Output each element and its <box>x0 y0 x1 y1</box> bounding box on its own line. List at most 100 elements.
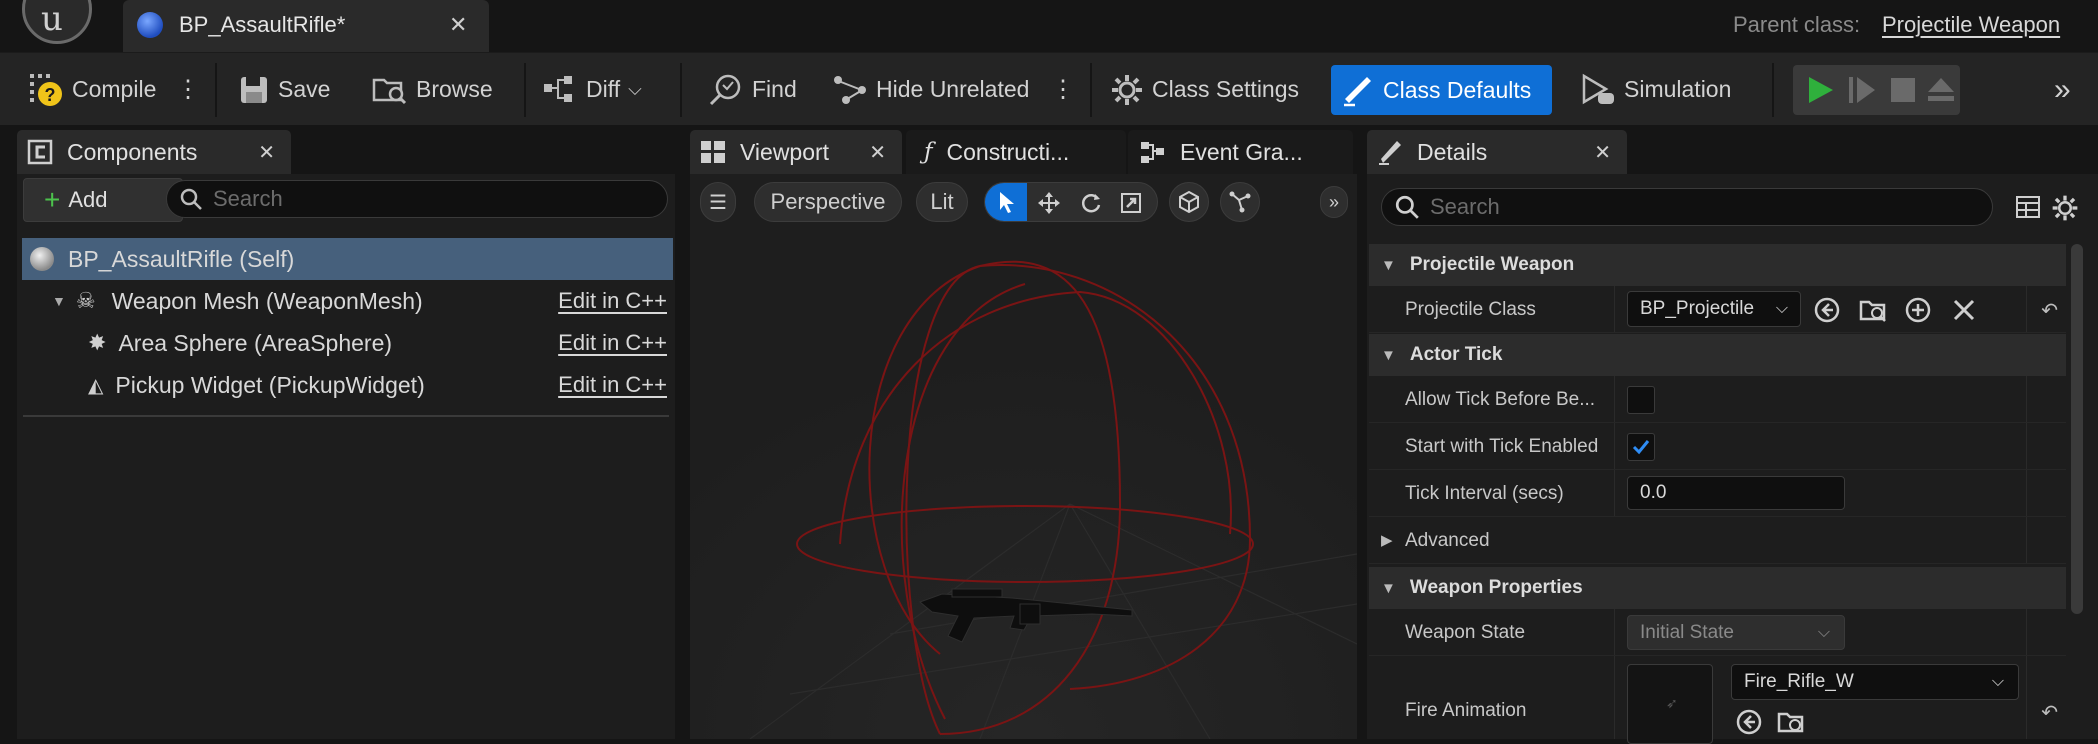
hide-unrelated-button[interactable]: Hide Unrelated <box>832 53 1029 126</box>
tree-item-pickup-widget[interactable]: ◭ Pickup Widget (PickupWidget) Edit in C… <box>22 364 673 406</box>
move-icon[interactable] <box>1037 191 1061 215</box>
reset-to-default-icon[interactable]: ↶ <box>2041 700 2058 725</box>
perspective-button[interactable]: Perspective <box>754 182 902 222</box>
find-button[interactable]: Find <box>708 53 797 126</box>
function-icon: ƒ <box>924 139 933 165</box>
advance-frame-icon[interactable] <box>1847 75 1877 105</box>
details-search-input[interactable]: Search <box>1381 188 1993 226</box>
animation-thumbnail[interactable]: ➶ <box>1627 664 1713 744</box>
eject-icon[interactable] <box>1926 75 1956 105</box>
toolbar-separator <box>524 63 526 117</box>
class-settings-button[interactable]: Class Settings <box>1110 53 1299 126</box>
tick-interval-input[interactable]: 0.0 <box>1627 476 1845 510</box>
find-icon <box>709 74 741 105</box>
category-actor-tick[interactable]: ▼ Actor Tick <box>1369 334 2066 376</box>
chevron-down-icon: ⌵ <box>1991 673 2004 690</box>
tab-event-graph[interactable]: Event Gra... <box>1128 130 1353 174</box>
edit-in-cpp-link[interactable]: Edit in C++ <box>558 288 667 314</box>
gear-icon[interactable] <box>2051 194 2079 222</box>
viewport-panel[interactable]: ☰ Perspective Lit » <box>690 174 1357 739</box>
toolbar-separator <box>1090 63 1092 117</box>
add-component-button[interactable]: + Add <box>23 178 183 222</box>
lit-button[interactable]: Lit <box>916 182 968 222</box>
browse-icon[interactable] <box>1777 708 1805 736</box>
advanced-section[interactable]: ▶ Advanced <box>1369 517 2066 564</box>
hide-unrelated-icon <box>834 75 866 104</box>
close-icon[interactable]: ✕ <box>449 12 467 38</box>
category-projectile-weapon[interactable]: ▼ Projectile Weapon <box>1369 244 2066 286</box>
save-button[interactable]: Save <box>238 53 330 126</box>
use-selected-icon[interactable] <box>1813 296 1841 324</box>
compile-button[interactable]: ? Compile <box>28 53 156 126</box>
construction-tab-label: Constructi... <box>946 138 1070 165</box>
tree-item-weapon-mesh[interactable]: ▼ ☠ Weapon Mesh (WeaponMesh) Edit in C++ <box>22 280 673 322</box>
tab-components[interactable]: Components ✕ <box>17 130 291 174</box>
property-label: Fire Animation <box>1405 700 1527 721</box>
details-panel: Search ▼ Projectile Weapon Projectile Cla… <box>1367 174 2098 744</box>
document-tab[interactable]: BP_AssaultRifle* ✕ <box>123 0 489 52</box>
tick-interval-value: 0.0 <box>1640 482 1667 503</box>
tab-details[interactable]: Details ✕ <box>1367 130 1627 174</box>
property-matrix-icon[interactable] <box>2015 194 2041 220</box>
compile-options-icon[interactable]: ⋮ <box>176 53 200 126</box>
stop-icon[interactable] <box>1888 75 1918 105</box>
expand-triangle-icon[interactable]: ▼ <box>52 293 66 309</box>
svg-text:?: ? <box>45 85 56 105</box>
class-defaults-button[interactable]: Class Defaults <box>1331 65 1552 115</box>
close-icon[interactable]: ✕ <box>869 140 886 165</box>
collapse-triangle-icon: ▼ <box>1381 346 1396 364</box>
scale-icon[interactable] <box>1119 191 1143 215</box>
world-space-icon <box>1179 190 1199 214</box>
allow-tick-checkbox[interactable] <box>1627 386 1655 414</box>
reset-to-default-icon[interactable]: ↶ <box>2041 298 2058 323</box>
edit-in-cpp-link[interactable]: Edit in C++ <box>558 330 667 356</box>
browse-icon[interactable] <box>1859 296 1887 324</box>
property-label: Allow Tick Before Be... <box>1405 389 1596 410</box>
fire-animation-select[interactable]: Fire_Rifle_W ⌵ <box>1731 664 2019 700</box>
select-tool-button[interactable] <box>985 183 1027 221</box>
property-label: Projectile Class <box>1405 299 1536 320</box>
tab-viewport[interactable]: Viewport ✕ <box>690 130 902 174</box>
close-icon[interactable]: ✕ <box>1594 140 1611 165</box>
tree-item-area-sphere[interactable]: ✸ Area Sphere (AreaSphere) Edit in C++ <box>22 322 673 364</box>
diff-button[interactable]: Diff ⌵ <box>542 53 642 126</box>
components-search-input[interactable]: Search <box>166 180 668 218</box>
edit-in-cpp-link[interactable]: Edit in C++ <box>558 372 667 398</box>
column-divider <box>2026 609 2027 655</box>
weapon-state-select[interactable]: Initial State ⌵ <box>1627 615 1845 650</box>
snapping-icon <box>1229 191 1251 213</box>
tab-construction-script[interactable]: ƒ Constructi... <box>906 130 1126 174</box>
browse-button[interactable]: Browse <box>372 53 493 126</box>
world-local-button[interactable] <box>1169 182 1209 222</box>
find-options-icon[interactable]: ⋮ <box>1051 53 1075 126</box>
add-icon[interactable] <box>1904 296 1932 324</box>
column-divider <box>2026 517 2027 563</box>
search-icon <box>180 188 202 210</box>
use-selected-icon[interactable] <box>1735 708 1763 736</box>
toolbar-overflow-icon[interactable]: » <box>2054 53 2071 126</box>
actor-icon <box>30 247 54 271</box>
viewport-overflow-icon[interactable]: » <box>1320 186 1348 218</box>
simulation-button[interactable]: Simulation <box>1580 53 1731 126</box>
viewport-options-button[interactable]: ☰ <box>700 182 736 222</box>
play-icon[interactable] <box>1805 75 1835 105</box>
unreal-logo[interactable]: u <box>22 0 92 44</box>
category-weapon-properties[interactable]: ▼ Weapon Properties <box>1369 567 2066 609</box>
document-tab-label: BP_AssaultRifle* <box>179 12 346 37</box>
projectile-class-select[interactable]: BP_Projectile ⌵ <box>1627 291 1801 327</box>
tree-item-self[interactable]: BP_AssaultRifle (Self) <box>22 238 673 280</box>
details-scrollbar[interactable] <box>2071 244 2083 614</box>
close-icon[interactable]: ✕ <box>258 140 275 165</box>
column-divider <box>2026 286 2027 332</box>
advanced-label: Advanced <box>1405 530 1490 551</box>
property-weapon-state: Weapon State Initial State ⌵ <box>1369 609 2066 656</box>
column-divider <box>1614 470 1615 516</box>
widget-icon: ◭ <box>88 374 104 397</box>
start-tick-checkbox[interactable] <box>1627 433 1655 461</box>
rotate-icon[interactable] <box>1079 191 1103 215</box>
surface-snapping-button[interactable] <box>1220 182 1260 222</box>
parent-class-link[interactable]: Projectile Weapon <box>1882 12 2060 38</box>
cursor-icon <box>1000 192 1014 213</box>
clear-icon[interactable] <box>1950 296 1978 324</box>
column-divider <box>1614 609 1615 655</box>
